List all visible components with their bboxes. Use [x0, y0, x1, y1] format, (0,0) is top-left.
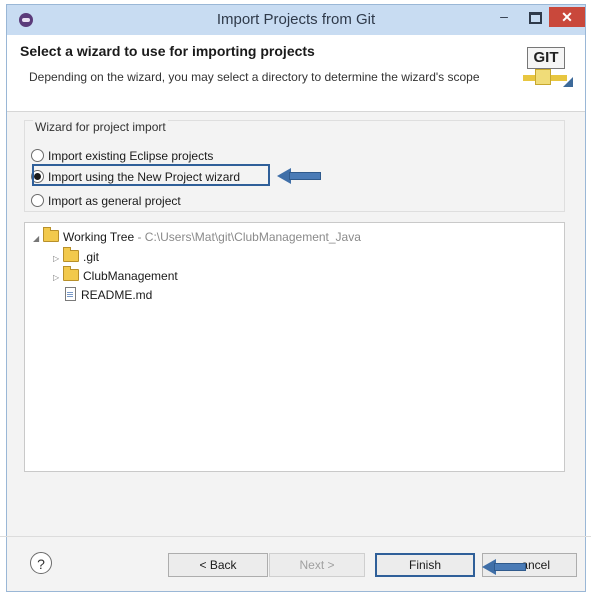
folder-icon	[63, 247, 79, 262]
tree-item-readme[interactable]: README.md	[63, 286, 152, 304]
radio-unchecked-icon[interactable]	[31, 149, 44, 162]
tree-item-path: - C:\Users\Mat\git\ClubManagement_Java	[134, 230, 361, 244]
page-title: Select a wizard to use for importing pro…	[20, 43, 315, 59]
radio-label: Import as general project	[48, 194, 181, 208]
group-label: Wizard for project import	[33, 120, 168, 134]
help-icon[interactable]: ?	[30, 552, 52, 574]
git-logo-text: GIT	[527, 47, 565, 69]
pointer-arrow-icon	[482, 559, 526, 575]
radio-unchecked-icon[interactable]	[31, 194, 44, 207]
footer-divider	[0, 536, 591, 537]
tree-item-label: ClubManagement	[83, 269, 178, 283]
file-icon	[65, 287, 76, 301]
tree-item-git[interactable]: ▷ .git	[53, 247, 100, 268]
tree-item-label: .git	[83, 250, 100, 264]
wizard-header: Select a wizard to use for importing pro…	[7, 35, 585, 112]
radio-import-existing[interactable]: Import existing Eclipse projects	[31, 147, 213, 165]
next-button[interactable]: Next >	[269, 553, 365, 577]
maximize-button[interactable]	[522, 7, 548, 27]
highlight-box	[32, 164, 270, 186]
pointer-arrow-icon	[277, 168, 321, 184]
expanded-arrow-icon[interactable]: ◢	[33, 230, 43, 248]
back-button[interactable]: < Back	[168, 553, 268, 577]
minimize-button[interactable]: –	[491, 7, 517, 27]
git-logo-icon: GIT	[523, 47, 573, 93]
tree-item-label: README.md	[81, 288, 153, 302]
radio-label: Import existing Eclipse projects	[48, 149, 214, 163]
page-description: Depending on the wizard, you may select …	[29, 70, 480, 84]
working-tree-view[interactable]: ◢ Working Tree - C:\Users\Mat\git\ClubMan…	[24, 222, 565, 472]
collapsed-arrow-icon[interactable]: ▷	[53, 250, 63, 268]
tree-item-clubmanagement[interactable]: ▷ ClubManagement	[53, 266, 178, 287]
tree-item-working-tree[interactable]: ◢ Working Tree - C:\Users\Mat\git\ClubMan…	[33, 227, 361, 248]
tree-item-label: Working Tree	[63, 230, 135, 244]
folder-icon	[63, 266, 79, 281]
folder-open-icon	[43, 227, 59, 242]
maximize-icon	[528, 12, 542, 24]
finish-button[interactable]: Finish	[375, 553, 475, 577]
collapsed-arrow-icon[interactable]: ▷	[53, 269, 63, 287]
title-bar[interactable]: Import Projects from Git – ✕	[7, 5, 585, 35]
close-button[interactable]: ✕	[549, 7, 585, 27]
radio-import-general[interactable]: Import as general project	[31, 192, 181, 210]
